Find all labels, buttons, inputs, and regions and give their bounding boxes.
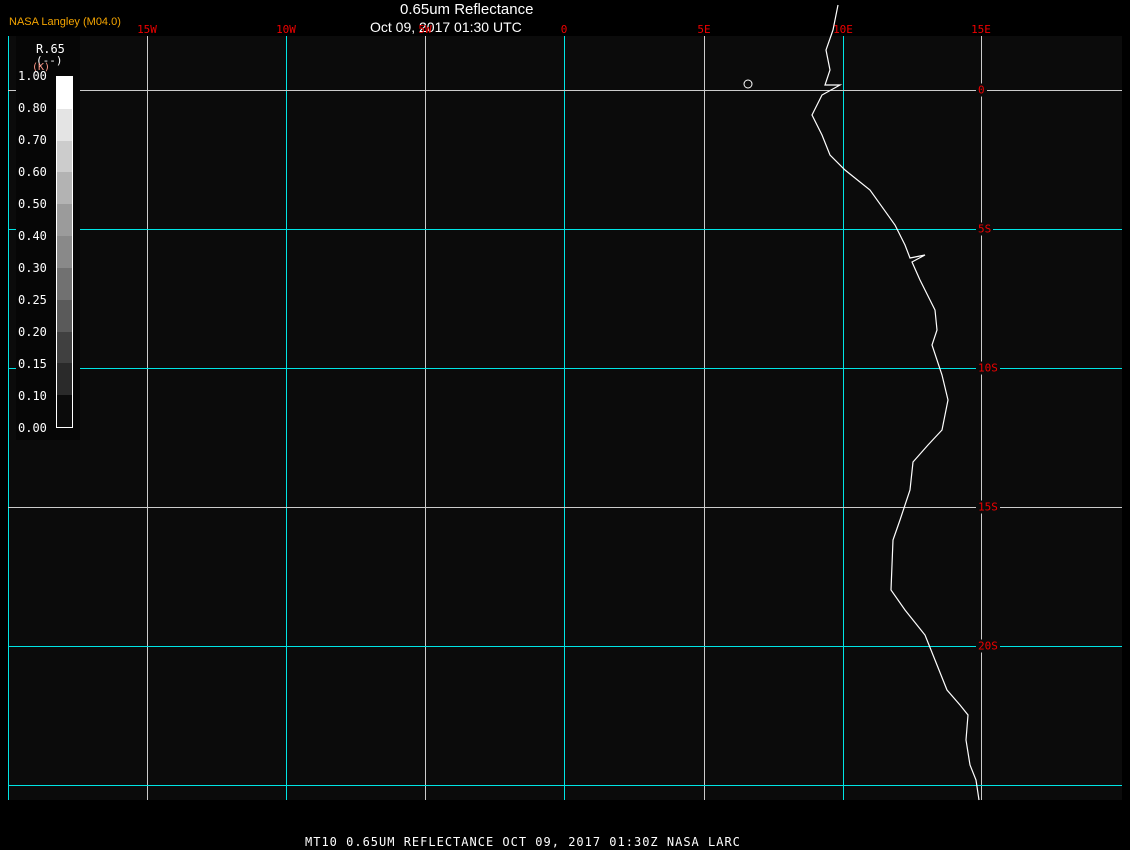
legend-swatch <box>57 108 72 141</box>
latitude-label: 20S <box>976 639 1000 653</box>
latitude-label: 15S <box>976 500 1000 514</box>
color-legend: R.65 (--) (K) 1.00 0.80 0.70 0.60 0.50 0.40 0.… <box>16 36 80 440</box>
longitude-label: 0 <box>560 23 568 36</box>
longitude-label: 10W <box>276 23 296 36</box>
legend-swatch <box>57 140 72 173</box>
longitude-label: 5E <box>697 23 711 36</box>
longitude-label: 15E <box>971 23 991 36</box>
legend-color-bar <box>56 76 73 428</box>
longitude-label: 15W <box>137 23 157 36</box>
legend-swatch <box>57 77 72 109</box>
legend-level-label: 1.00 <box>18 69 47 83</box>
map-canvas[interactable] <box>0 0 1130 850</box>
satellite-image-viewer: NASA Langley (M04.0) 0.65um Reflectance … <box>0 0 1130 850</box>
legend-swatch <box>57 299 72 332</box>
latitude-label: 5S <box>976 222 994 236</box>
image-title: 0.65um Reflectance <box>400 1 534 18</box>
legend-level-label: 0.00 <box>18 421 47 435</box>
legend-level-label: 0.10 <box>18 389 47 403</box>
legend-swatch <box>57 172 72 205</box>
legend-level-label: 0.20 <box>18 325 47 339</box>
longitude-label: 10E <box>833 23 853 36</box>
legend-level-label: 0.15 <box>18 357 47 371</box>
legend-level-label: 0.40 <box>18 229 47 243</box>
latitude-label: 0 <box>976 83 987 97</box>
legend-swatch <box>57 204 72 237</box>
latitude-label: 10S <box>976 361 1000 375</box>
organization-label: NASA Langley (M04.0) <box>9 16 121 28</box>
longitude-label: 5W <box>418 23 432 36</box>
legend-level-label: 0.70 <box>18 133 47 147</box>
legend-swatch <box>57 363 72 396</box>
legend-level-label: 0.50 <box>18 197 47 211</box>
legend-level-label: 0.80 <box>18 101 47 115</box>
legend-level-label: 0.25 <box>18 293 47 307</box>
legend-swatch <box>57 395 72 427</box>
legend-swatch <box>57 267 72 300</box>
legend-level-label: 0.60 <box>18 165 47 179</box>
legend-swatch <box>57 331 72 364</box>
image-datetime: Oct 09, 2017 01:30 UTC <box>370 19 522 35</box>
footer-caption: MT10 0.65UM REFLECTANCE OCT 09, 2017 01:… <box>305 835 741 849</box>
legend-level-label: 0.30 <box>18 261 47 275</box>
legend-swatch <box>57 236 72 268</box>
